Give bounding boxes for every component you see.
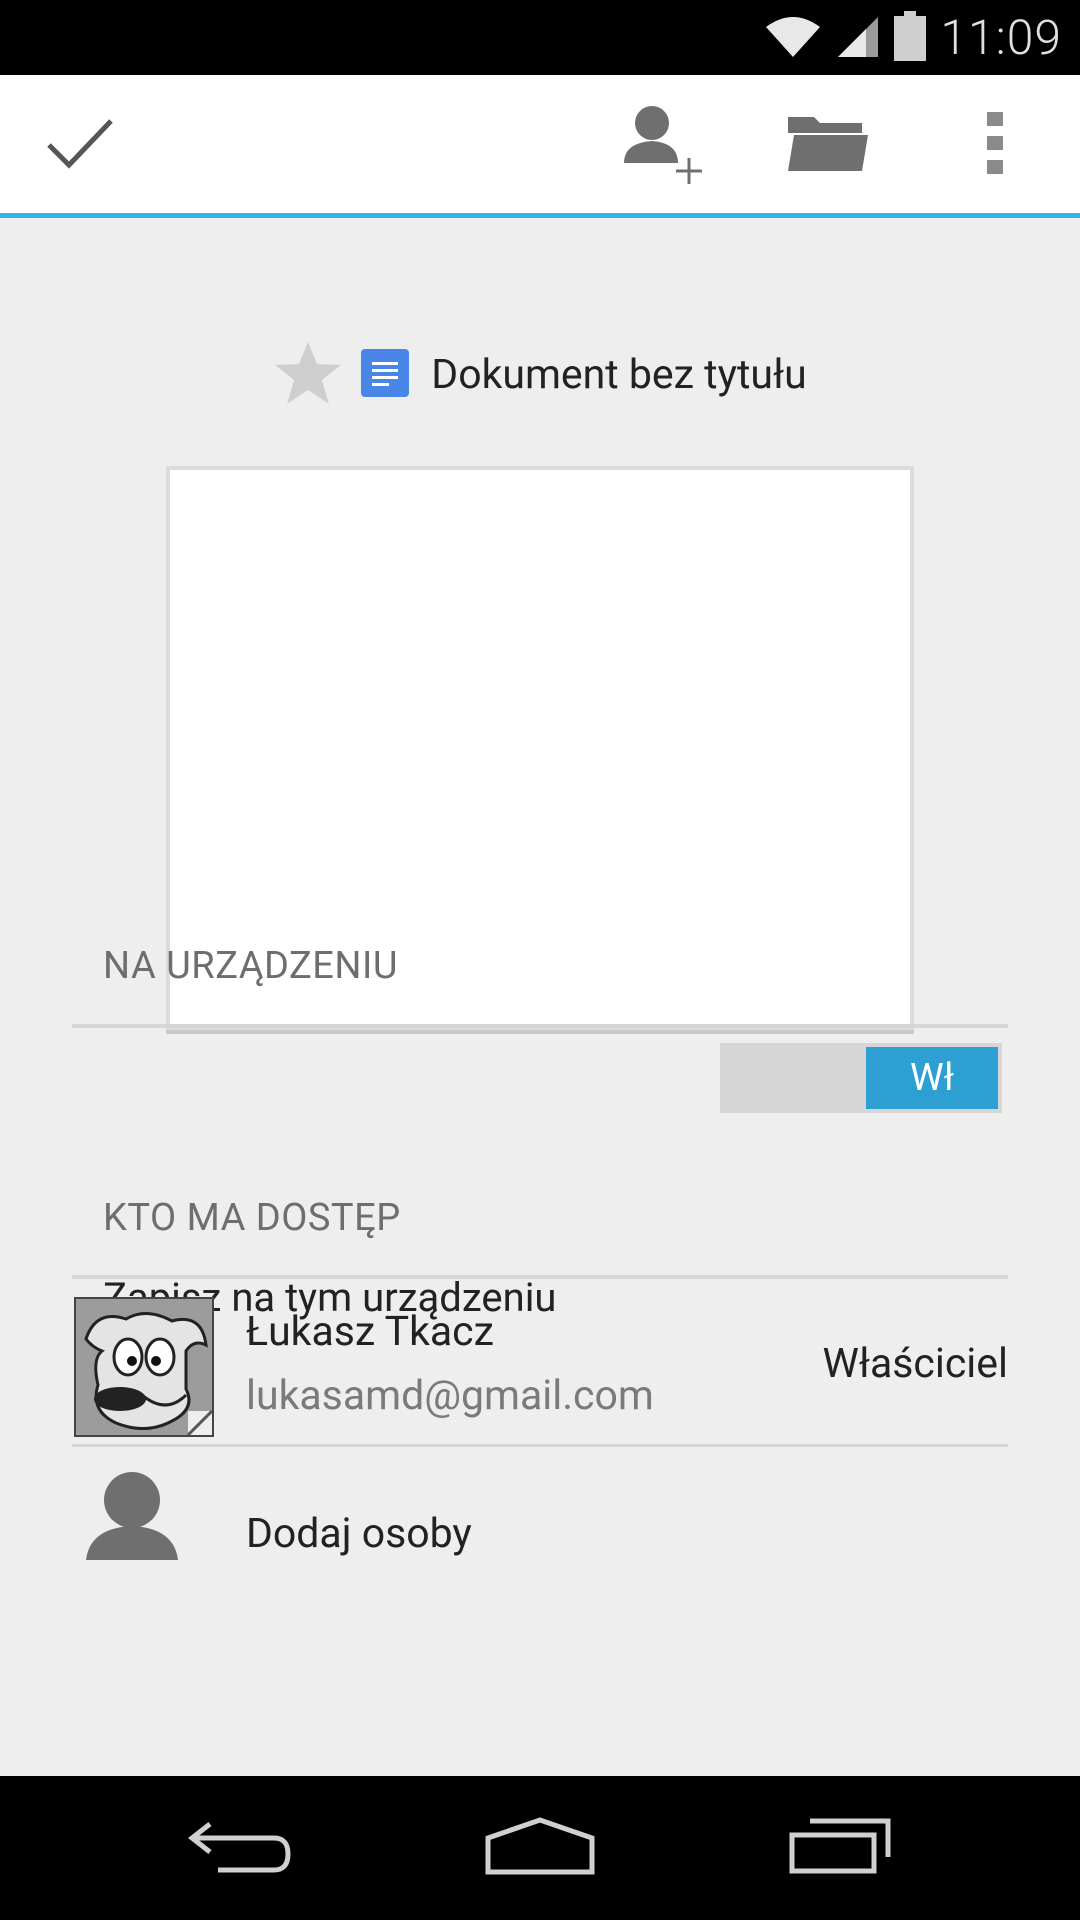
avatar: [74, 1297, 214, 1437]
back-button[interactable]: [150, 1776, 330, 1920]
add-person-icon: [620, 101, 704, 189]
person-divider: [72, 1444, 1008, 1447]
access-divider: [72, 1275, 1008, 1279]
document-details: Dokument bez tytułu NA URZĄDZENIU Zapisz…: [0, 218, 1080, 1776]
overflow-menu-button[interactable]: [960, 95, 1030, 195]
check-icon: [45, 115, 115, 175]
status-icons: 11:09: [764, 0, 1062, 75]
add-people-label: Dodaj osoby: [246, 1510, 472, 1558]
person-email: lukasamd@gmail.com: [246, 1372, 654, 1420]
on-device-header: NA URZĄDZENIU: [103, 944, 398, 988]
home-icon: [484, 1816, 596, 1880]
on-device-divider: [72, 1024, 1008, 1028]
navigation-bar: [0, 1776, 1080, 1920]
person-name: Łukasz Tkacz: [246, 1308, 494, 1356]
document-title: Dokument bez tytułu: [431, 351, 807, 399]
recent-apps-icon: [788, 1817, 892, 1879]
status-bar: 11:09: [0, 0, 1080, 75]
save-on-device-toggle[interactable]: Wł: [720, 1043, 1002, 1113]
signal-icon: [836, 13, 880, 63]
add-person-button[interactable]: [612, 95, 712, 195]
access-header: KTO MA DOSTĘP: [103, 1196, 401, 1240]
person-role: Właściciel: [822, 1340, 1008, 1388]
action-bar: [0, 75, 1080, 213]
star-icon[interactable]: [273, 340, 343, 410]
done-button[interactable]: [30, 95, 130, 195]
home-button[interactable]: [450, 1776, 630, 1920]
recent-apps-button[interactable]: [750, 1776, 930, 1920]
person-placeholder-icon: [86, 1470, 186, 1564]
toggle-on-label: Wł: [866, 1047, 998, 1109]
status-time: 11:09: [940, 9, 1062, 66]
battery-icon: [894, 10, 927, 65]
document-title-row: Dokument bez tytułu: [0, 340, 1080, 410]
back-icon: [187, 1818, 292, 1878]
overflow-menu-icon: [985, 112, 1005, 178]
wifi-icon: [764, 13, 822, 63]
folder-button[interactable]: [778, 95, 878, 195]
folder-icon: [786, 113, 870, 177]
docs-icon: [361, 349, 410, 401]
